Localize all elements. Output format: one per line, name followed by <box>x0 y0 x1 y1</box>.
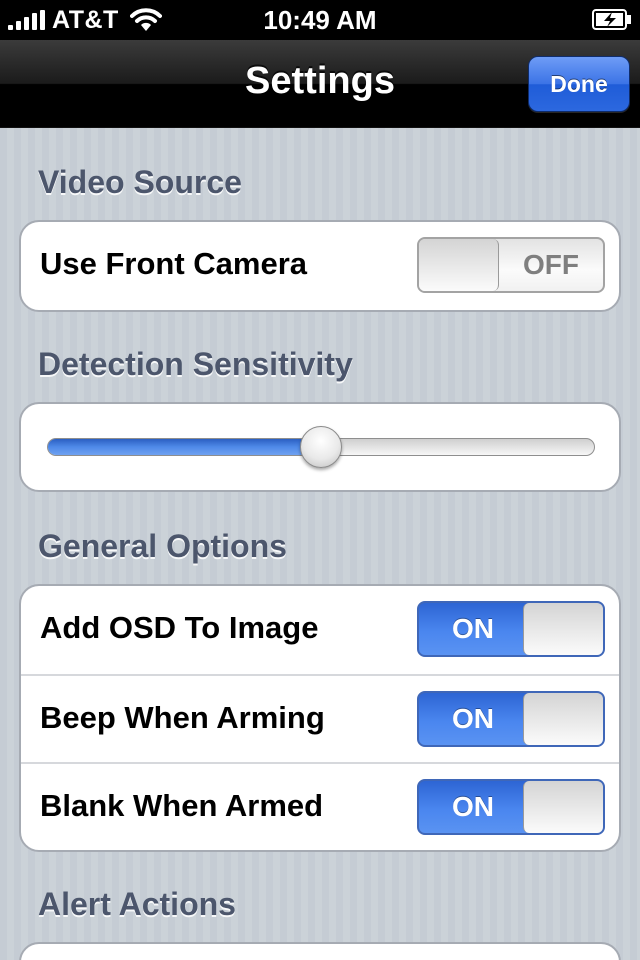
sensitivity-slider-fill <box>48 439 321 455</box>
navigation-bar: Settings Done <box>0 40 640 128</box>
status-time: 10:49 AM <box>263 5 377 35</box>
alert-actions-group <box>19 942 621 960</box>
section-header-video-source: Video Source <box>38 164 242 200</box>
front-camera-toggle[interactable]: OFF <box>417 237 605 293</box>
toggle-state: ON <box>452 791 494 822</box>
toggle-state: ON <box>452 613 494 644</box>
detection-sensitivity-group <box>19 402 621 492</box>
section-header-general-options: General Options <box>38 528 287 564</box>
toggle-knob[interactable] <box>523 693 603 745</box>
settings-row-beep-when-arming: Beep When Arming ON <box>21 674 619 762</box>
sensitivity-slider-thumb[interactable] <box>300 426 342 468</box>
settings-row-blank-when-armed: Blank When Armed ON <box>21 762 619 850</box>
toggle-knob[interactable] <box>523 603 603 655</box>
status-bar: AT&T 10:49 AM <box>0 0 640 40</box>
settings-row-add-osd: Add OSD To Image ON <box>21 586 619 674</box>
toggle-knob[interactable] <box>523 781 603 833</box>
section-header-alert-actions: Alert Actions <box>38 886 236 922</box>
toggle-state: OFF <box>523 249 579 280</box>
video-source-group: Use Front Camera OFF <box>19 220 621 312</box>
battery-charging-icon <box>592 9 632 30</box>
row-label: Beep When Arming <box>40 700 325 735</box>
settings-row-use-front-camera: Use Front Camera OFF <box>21 222 619 310</box>
blank-when-armed-toggle[interactable]: ON <box>417 779 605 835</box>
row-label: Add OSD To Image <box>40 610 319 645</box>
add-osd-toggle[interactable]: ON <box>417 601 605 657</box>
toggle-knob[interactable] <box>419 239 499 291</box>
general-options-group: Add OSD To Image ON Beep When Arming ON … <box>19 584 621 852</box>
section-header-detection-sensitivity: Detection Sensitivity <box>38 346 353 382</box>
done-button[interactable]: Done <box>528 56 630 112</box>
toggle-state: ON <box>452 703 494 734</box>
row-label: Blank When Armed <box>40 788 324 823</box>
beep-when-arming-toggle[interactable]: ON <box>417 691 605 747</box>
row-label: Use Front Camera <box>40 246 308 281</box>
